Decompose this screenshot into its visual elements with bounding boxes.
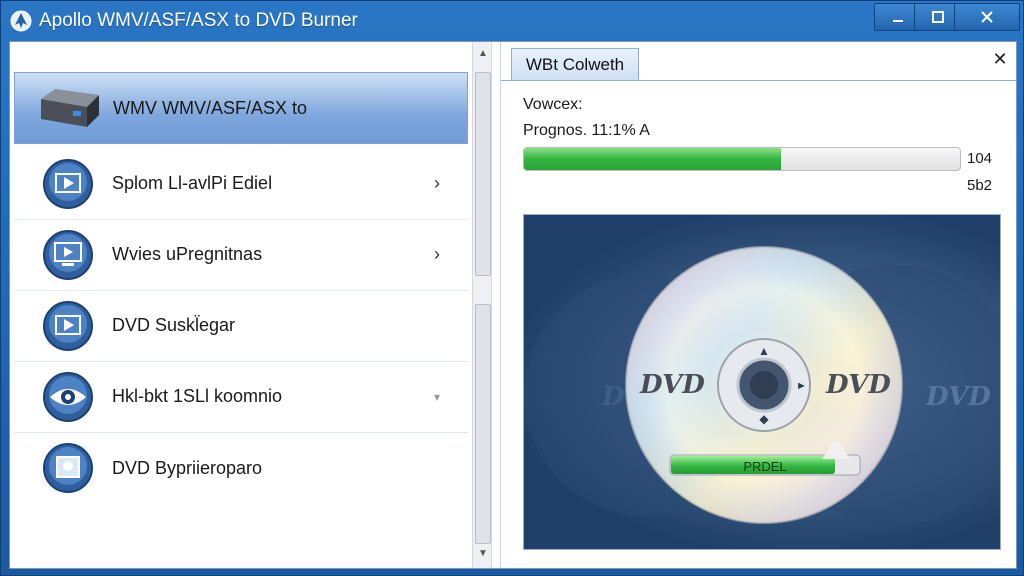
sidebar-item-dvd-bypri[interactable]: DVD Bypriieroparo <box>14 432 468 504</box>
hub-arrow-up-icon: ▲ <box>758 344 770 358</box>
left-scrollbar[interactable]: ▲ ▼ <box>472 42 492 568</box>
progress-panel: WBt Colweth ✕ Vowcex: Prognos. 11:1% A 1… <box>500 42 1017 568</box>
sidebar-item-label: WMV WMV/ASF/ASX to <box>113 97 308 118</box>
scroll-thumb-lower[interactable] <box>475 304 491 544</box>
sidebar-item-wmv-to-dvd[interactable]: WMV WMV/ASF/ASX to <box>14 72 468 144</box>
maximize-icon <box>932 11 944 23</box>
sidebar-item-wvies[interactable]: Wvies uPregnitnas › <box>14 219 468 291</box>
scroll-thumb-upper[interactable] <box>475 72 491 276</box>
title-bar[interactable]: Apollo WMV/ASF/ASX to DVD Burner <box>1 1 1023 41</box>
sidebar-item-label: Splom Ll-avlPi Ediel <box>112 173 273 193</box>
sidebar-item-label: DVD Bypriieroparo <box>112 457 263 478</box>
bg-disc-right-label: DVD <box>925 382 991 412</box>
sidebar-item-label: Wvies uPregnitnas <box>112 244 263 264</box>
sidebar-item-hkl[interactable]: Hkl-bkt 1SLl koomnio ▾ <box>14 361 468 433</box>
chevron-right-icon[interactable]: › <box>434 173 440 194</box>
window-title: Apollo WMV/ASF/ASX to DVD Burner <box>39 10 358 31</box>
disc-bar-label: PRDEL <box>743 459 786 474</box>
disc-preview: DVD DVD ▲ ◆ ► DVD DVD PRDEL <box>523 214 1001 550</box>
sidebar-item-label: DVD Suskl̈egar <box>112 315 236 335</box>
disc-illustration: DVD DVD ▲ ◆ ► DVD DVD PRDEL <box>524 246 1000 525</box>
image-icon <box>43 443 93 493</box>
app-window: Apollo WMV/ASF/ASX to DVD Burner WMV WMV… <box>0 0 1024 576</box>
progress-bar-fill <box>524 148 782 170</box>
play-screen-icon <box>43 301 93 351</box>
sidebar-item-dvd-suskl[interactable]: DVD Suskl̈egar <box>14 290 468 362</box>
progress-text: Prognos. 11:1% A <box>523 122 650 139</box>
chevron-down-icon[interactable]: ▾ <box>434 390 440 404</box>
dvd-drive-icon <box>41 89 99 127</box>
sidebar-item-splom[interactable]: Splom Ll-avlPi Ediel › <box>14 148 468 220</box>
disc-left-label: DVD <box>639 370 705 400</box>
progress-bar <box>523 147 961 171</box>
side-value-2: 5b2 <box>967 177 993 194</box>
tab-progress[interactable]: WBt Colweth <box>511 48 639 80</box>
task-list: WMV WMV/ASF/ASX to Splom Ll-avlPi Ediel … <box>10 42 472 568</box>
status-title: Vowcex: <box>523 96 583 113</box>
eye-icon <box>43 372 93 422</box>
sidebar-item-label: Hkl-bkt 1SLl koomnio <box>112 386 283 406</box>
panel-close-icon[interactable]: ✕ <box>989 48 1011 70</box>
app-logo-icon <box>10 10 32 32</box>
client-area: WMV WMV/ASF/ASX to Splom Ll-avlPi Ediel … <box>9 41 1017 569</box>
scroll-up-icon[interactable]: ▲ <box>477 48 489 60</box>
chevron-right-icon[interactable]: › <box>434 244 440 265</box>
hub-arrow-right-icon: ► <box>796 380 807 392</box>
side-value-1: 104 <box>967 150 993 167</box>
play-screen-icon <box>43 159 93 209</box>
close-icon <box>981 11 993 23</box>
disc-right-label: DVD <box>825 370 891 400</box>
scroll-down-icon[interactable]: ▼ <box>477 548 489 560</box>
close-button[interactable] <box>954 3 1020 31</box>
tab-divider <box>501 80 1017 81</box>
minimize-icon <box>893 20 903 22</box>
hub-arrow-down-icon: ◆ <box>759 412 769 426</box>
monitor-play-icon <box>43 230 93 280</box>
disc-center <box>750 371 778 399</box>
